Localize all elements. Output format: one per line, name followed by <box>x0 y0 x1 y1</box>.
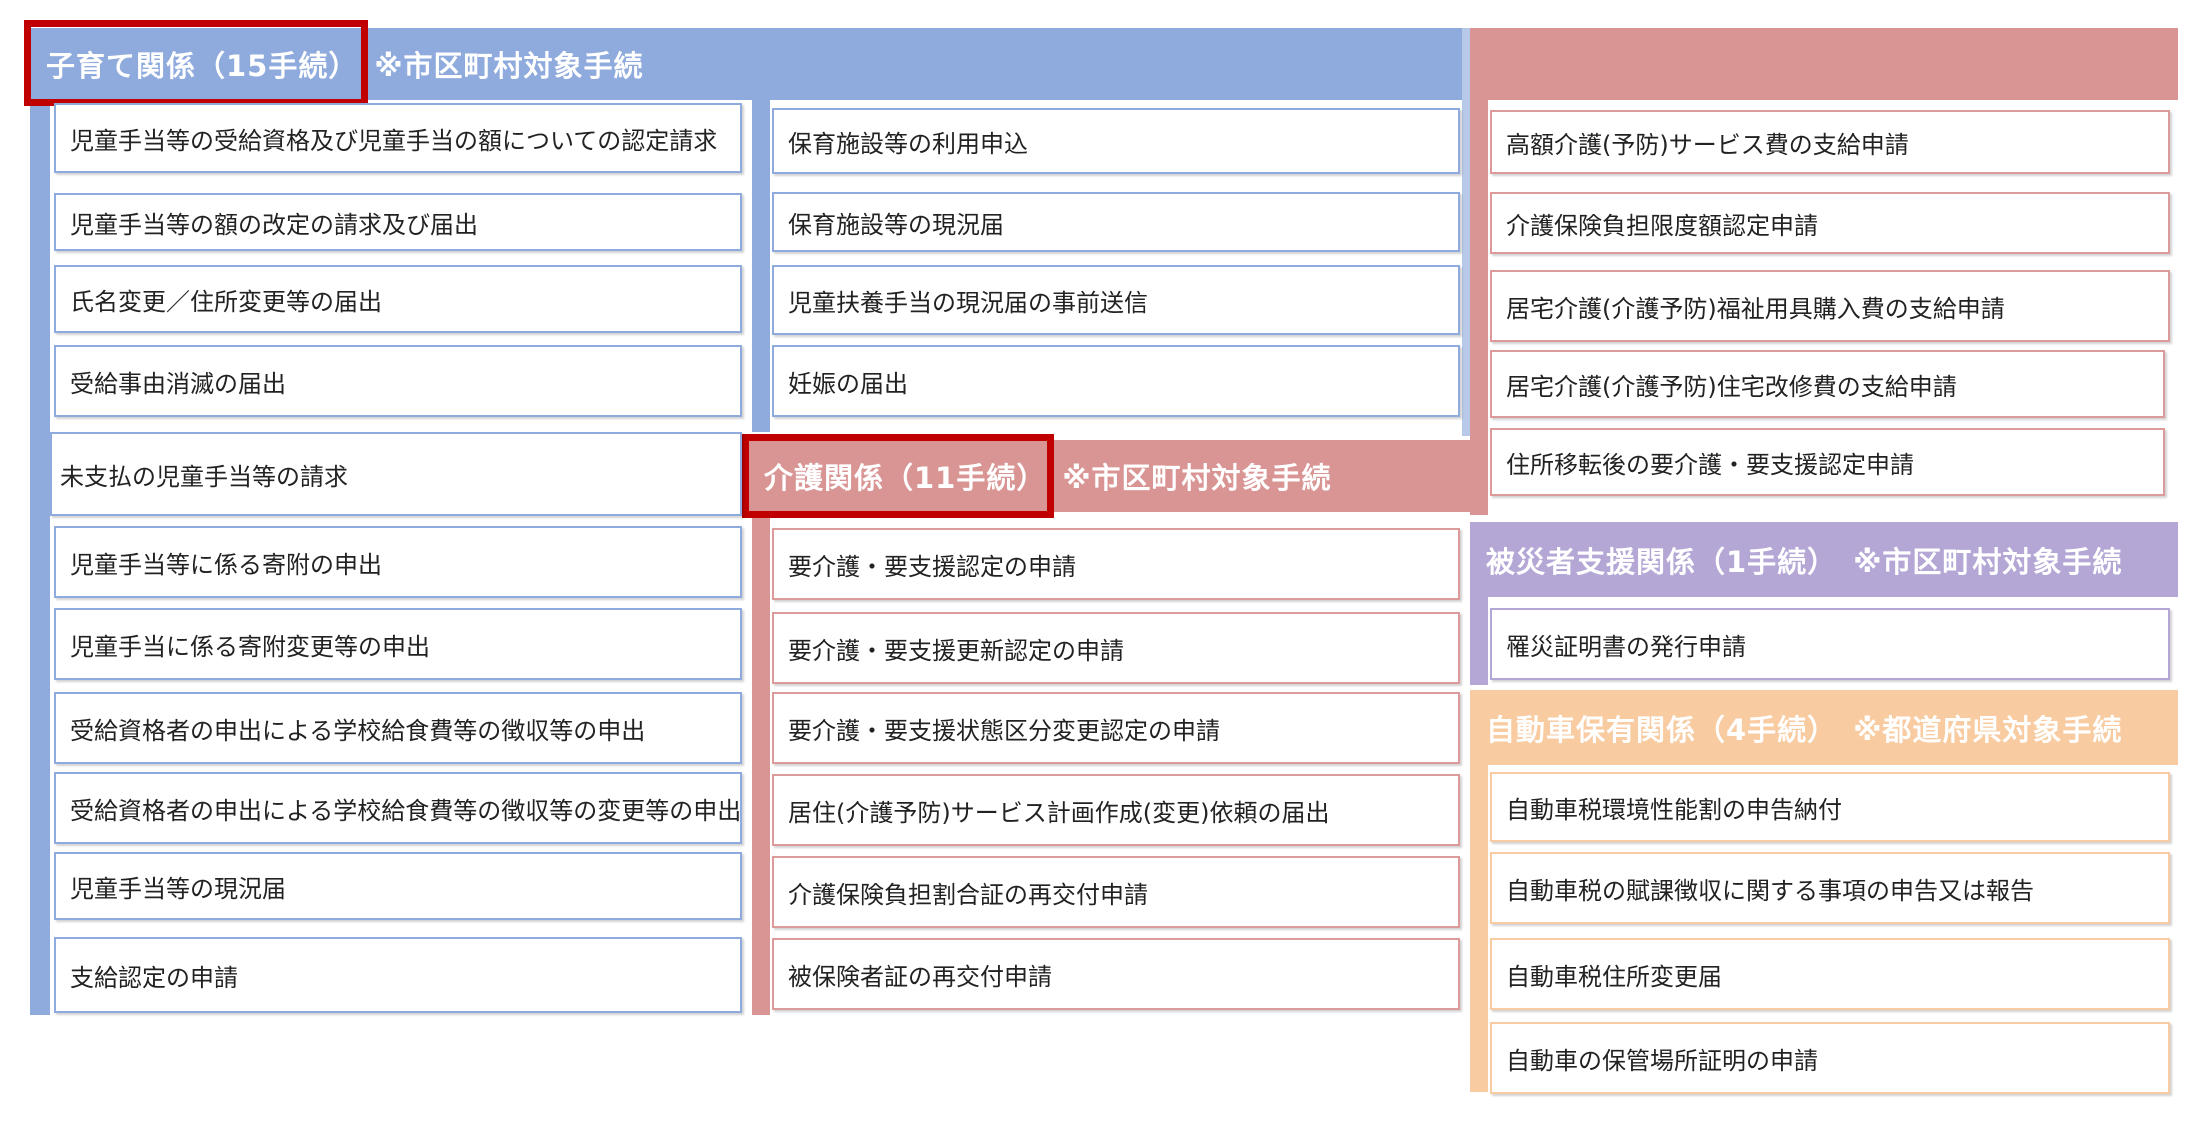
procedure-item[interactable]: 介護保険負担割合証の再交付申請 <box>772 856 1460 928</box>
procedure-item[interactable]: 受給事由消滅の届出 <box>54 345 742 417</box>
procedure-item[interactable]: 児童手当に係る寄附変更等の申出 <box>54 608 742 680</box>
procedure-item[interactable]: 高額介護(予防)サービス費の支給申請 <box>1490 110 2170 174</box>
procedure-item[interactable]: 未支払の児童手当等の請求 <box>50 432 742 516</box>
procedure-item[interactable]: 居住(介護予防)サービス計画作成(変更)依頼の届出 <box>772 774 1460 846</box>
kaigo-bottom-bar <box>752 512 770 1015</box>
kosodate-title-highlight <box>24 20 368 106</box>
procedure-item[interactable]: 保育施設等の利用申込 <box>772 108 1460 174</box>
procedure-item[interactable]: 自動車税住所変更届 <box>1490 938 2170 1010</box>
jidosha-banner: 自動車保有関係（4手続） ※都道府県対象手続 <box>1474 690 2122 765</box>
procedure-item[interactable]: 氏名変更／住所変更等の届出 <box>54 265 742 333</box>
procedure-item[interactable]: 居宅介護(介護予防)福祉用具購入費の支給申請 <box>1490 270 2170 342</box>
procedure-item[interactable]: 児童手当等の額の改定の請求及び届出 <box>54 193 742 251</box>
jidosha-title: 自動車保有関係（4手続） <box>1486 712 1838 747</box>
procedure-item[interactable]: 要介護・要支援状態区分変更認定の申請 <box>772 692 1460 764</box>
procedure-item[interactable]: 要介護・要支援認定の申請 <box>772 528 1460 600</box>
procedure-item[interactable]: 児童手当等の受給資格及び児童手当の額についての認定請求 <box>54 103 742 173</box>
hisai-bar <box>1470 597 1488 685</box>
kaigo-note: ※市区町村対象手続 <box>1062 461 1332 495</box>
kosodate-note: ※市区町村対象手続 <box>374 49 644 83</box>
jidosha-note: ※都道府県対象手続 <box>1853 712 2123 747</box>
kosodate-col1-bar <box>30 100 50 1015</box>
procedure-item[interactable]: 住所移転後の要介護・要支援認定申請 <box>1490 428 2165 496</box>
procedure-item[interactable]: 妊娠の届出 <box>772 345 1460 417</box>
procedure-item[interactable]: 児童手当等の現況届 <box>54 852 742 920</box>
hisai-banner: 被災者支援関係（1手続） ※市区町村対象手続 <box>1474 522 2122 597</box>
procedure-item[interactable]: 児童手当等に係る寄附の申出 <box>54 526 742 598</box>
kosodate-col2-bar <box>752 100 770 432</box>
kaigo-top-banner-bg <box>1470 28 2178 100</box>
procedure-item[interactable]: 保育施設等の現況届 <box>772 192 1460 252</box>
kaigo-title-highlight <box>742 434 1054 518</box>
hisai-title: 被災者支援関係（1手続） <box>1486 544 1838 579</box>
procedure-item[interactable]: 罹災証明書の発行申請 <box>1490 608 2170 680</box>
hisai-note: ※市区町村対象手続 <box>1853 544 2123 579</box>
procedure-item[interactable]: 介護保険負担限度額認定申請 <box>1490 192 2170 254</box>
procedure-item[interactable]: 自動車税環境性能割の申告納付 <box>1490 772 2170 842</box>
procedure-item[interactable]: 自動車税の賦課徴収に関する事項の申告又は報告 <box>1490 852 2170 924</box>
procedure-item[interactable]: 要介護・要支援更新認定の申請 <box>772 612 1460 684</box>
jidosha-bar <box>1470 765 1488 1092</box>
procedure-item[interactable]: 受給資格者の申出による学校給食費等の徴収等の変更等の申出 <box>54 772 742 844</box>
procedure-item[interactable]: 自動車の保管場所証明の申請 <box>1490 1022 2170 1094</box>
procedure-item[interactable]: 支給認定の申請 <box>54 937 742 1013</box>
procedure-item[interactable]: 居宅介護(介護予防)住宅改修費の支給申請 <box>1490 350 2165 418</box>
procedure-item[interactable]: 児童扶養手当の現況届の事前送信 <box>772 265 1460 335</box>
procedure-item[interactable]: 被保険者証の再交付申請 <box>772 938 1460 1010</box>
procedure-item[interactable]: 受給資格者の申出による学校給食費等の徴収等の申出 <box>54 692 742 764</box>
kosodate-divider <box>1462 28 1470 436</box>
